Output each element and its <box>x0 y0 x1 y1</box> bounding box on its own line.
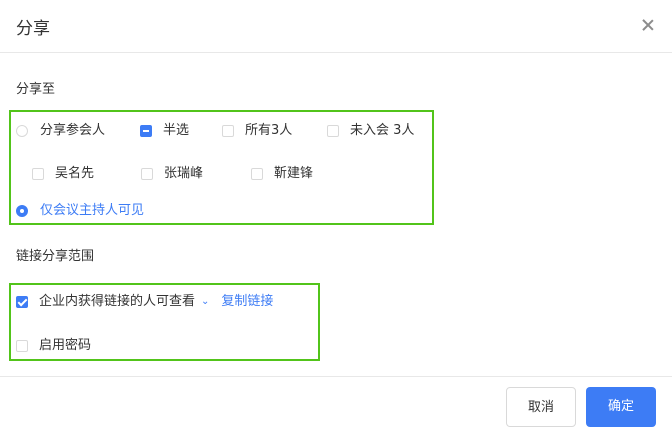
cancel-button[interactable]: 取消 <box>506 387 576 427</box>
link-scope-label: 链接分享范围 <box>16 249 95 264</box>
checkbox-person[interactable]: 张瑞峰 <box>141 166 203 182</box>
chevron-down-icon[interactable]: ⌄ <box>201 294 209 310</box>
checkbox-icon <box>32 168 44 180</box>
confirm-button[interactable]: 确定 <box>586 387 656 427</box>
radio-label: 仅会议主持人可见 <box>40 203 145 218</box>
enterprise-option-label[interactable]: 企业内获得链接的人可查看 <box>39 294 195 310</box>
checkbox-person[interactable]: 靳建锋 <box>251 166 313 182</box>
copy-link-button[interactable]: 复制链接 <box>221 294 273 310</box>
dialog-title: 分享 <box>16 19 50 39</box>
close-icon[interactable] <box>639 16 657 34</box>
checkbox-label: 启用密码 <box>39 338 92 353</box>
person-name: 吴名先 <box>55 166 95 181</box>
checkbox-icon <box>327 125 339 137</box>
checkbox-icon <box>222 125 234 137</box>
radio-share-participants[interactable]: 分享参会人 <box>16 123 105 139</box>
checkbox-not-joined[interactable]: 未入会 3人 <box>327 123 414 139</box>
dialog-header: 分享 <box>0 0 672 53</box>
radio-selected-icon <box>16 205 28 217</box>
indeterminate-checkbox-icon <box>140 125 152 137</box>
person-name: 张瑞峰 <box>164 166 204 181</box>
checked-checkbox-icon <box>16 296 28 308</box>
checkbox-enable-password[interactable]: 启用密码 <box>16 338 91 354</box>
checkbox-icon <box>16 340 28 352</box>
checkbox-person[interactable]: 吴名先 <box>32 166 94 182</box>
checkbox-enterprise-link[interactable]: 企业内获得链接的人可查看 ⌄ 复制链接 <box>16 294 273 310</box>
checkbox-all[interactable]: 所有3人 <box>222 123 292 139</box>
radio-label: 分享参会人 <box>40 123 106 138</box>
radio-host-only[interactable]: 仅会议主持人可见 <box>16 203 144 219</box>
checkbox-label: 半选 <box>163 123 190 138</box>
person-name: 靳建锋 <box>274 166 314 181</box>
share-to-label: 分享至 <box>16 82 56 97</box>
radio-icon <box>16 125 28 137</box>
checkbox-half-select[interactable]: 半选 <box>140 123 189 139</box>
share-dialog: 分享 分享至 分享参会人 半选 所有3人 未入会 3人 吴名先 张瑞峰 靳建锋 … <box>0 0 672 446</box>
checkbox-icon <box>141 168 153 180</box>
checkbox-label: 未入会 3人 <box>350 123 415 138</box>
checkbox-icon <box>251 168 263 180</box>
checkbox-label: 所有3人 <box>245 123 293 138</box>
